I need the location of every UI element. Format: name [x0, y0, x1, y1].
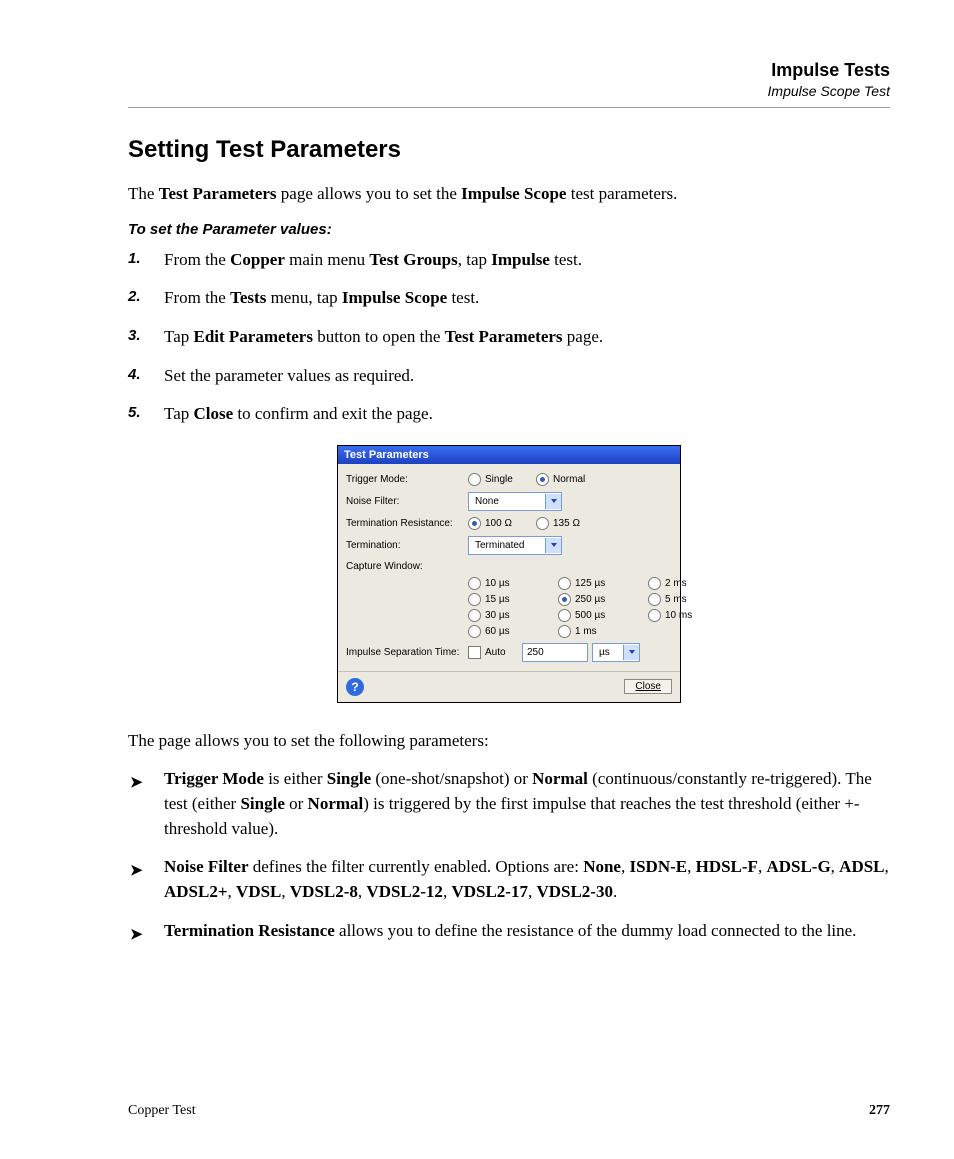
radio-icon [558, 593, 571, 606]
ist-unit-select[interactable]: µs [592, 643, 640, 662]
intro-paragraph: The Test Parameters page allows you to s… [128, 182, 890, 207]
trigger-single-option[interactable]: Single [468, 473, 516, 486]
page-footer: Copper Test 277 [128, 1103, 890, 1119]
arrow-icon: ➤ [130, 924, 143, 946]
impulse-separation-row: Impulse Separation Time: Auto 250 µs [338, 640, 680, 665]
termination-row: Termination: Terminated [338, 533, 680, 558]
radio-icon [468, 577, 481, 590]
capture-option[interactable]: 15 µs [468, 593, 540, 606]
section-heading: Setting Test Parameters [128, 136, 890, 164]
procedure-steps: 1.From the Copper main menu Test Groups,… [128, 248, 890, 427]
test-parameters-dialog: Test Parameters Trigger Mode: Single Nor… [337, 445, 681, 703]
capture-option[interactable]: 10 ms [648, 609, 720, 622]
chevron-down-icon [545, 538, 561, 553]
arrow-icon: ➤ [130, 860, 143, 882]
bullet-trigger-mode: ➤Trigger Mode is either Single (one-shot… [128, 767, 890, 841]
capture-option[interactable]: 500 µs [558, 609, 630, 622]
step-2: 2.From the Tests menu, tap Impulse Scope… [128, 286, 890, 311]
ist-auto-checkbox[interactable]: Auto [468, 646, 516, 659]
bullet-termination-resistance: ➤Termination Resistance allows you to de… [128, 919, 890, 944]
bullet-noise-filter: ➤Noise Filter defines the filter current… [128, 855, 890, 904]
dialog-body: Trigger Mode: Single Normal Noise Filter… [338, 464, 680, 702]
chevron-down-icon [623, 645, 639, 660]
radio-icon [536, 517, 549, 530]
header-title: Impulse Tests [771, 60, 890, 81]
impulse-separation-label: Impulse Separation Time: [346, 647, 468, 658]
radio-icon [648, 609, 661, 622]
capture-option[interactable]: 250 µs [558, 593, 630, 606]
noise-filter-select[interactable]: None [468, 492, 562, 511]
close-button[interactable]: Close [624, 679, 672, 694]
help-icon[interactable]: ? [346, 678, 364, 696]
capture-window-label: Capture Window: [346, 561, 468, 572]
radio-icon [468, 517, 481, 530]
capture-window-row: Capture Window: [338, 558, 680, 575]
step-5: 5.Tap Close to confirm and exit the page… [128, 402, 890, 427]
radio-icon [468, 593, 481, 606]
page-header: Impulse Tests Impulse Scope Test [128, 60, 890, 136]
radio-icon [558, 577, 571, 590]
step-4: 4.Set the parameter values as required. [128, 364, 890, 389]
trigger-mode-row: Trigger Mode: Single Normal [338, 470, 680, 489]
capture-option[interactable]: 60 µs [468, 625, 540, 638]
capture-option[interactable]: 10 µs [468, 577, 540, 590]
termination-resistance-label: Termination Resistance: [346, 518, 468, 529]
trigger-normal-option[interactable]: Normal [536, 473, 585, 486]
noise-filter-row: Noise Filter: None [338, 489, 680, 514]
radio-icon [558, 609, 571, 622]
radio-icon [648, 593, 661, 606]
radio-icon [468, 625, 481, 638]
screenshot-container: Test Parameters Trigger Mode: Single Nor… [128, 445, 890, 703]
page: Impulse Tests Impulse Scope Test Setting… [0, 0, 954, 1159]
termination-label: Termination: [346, 540, 468, 551]
radio-icon [648, 577, 661, 590]
chevron-down-icon [545, 494, 561, 509]
header-rule [128, 107, 890, 108]
dialog-buttonbar: ? Close [338, 672, 680, 702]
radio-icon [468, 473, 481, 486]
ist-value-input[interactable]: 250 [522, 643, 588, 662]
termination-select[interactable]: Terminated [468, 536, 562, 555]
trigger-mode-label: Trigger Mode: [346, 474, 468, 485]
capture-option[interactable]: 1 ms [558, 625, 630, 638]
termres-135-option[interactable]: 135 Ω [536, 517, 584, 530]
capture-option[interactable]: 5 ms [648, 593, 720, 606]
dialog-titlebar: Test Parameters [338, 446, 680, 464]
radio-icon [536, 473, 549, 486]
step-1: 1.From the Copper main menu Test Groups,… [128, 248, 890, 273]
header-subtitle: Impulse Scope Test [768, 83, 890, 99]
capture-window-options: 10 µs125 µs2 ms15 µs250 µs5 ms30 µs500 µ… [338, 575, 680, 640]
termres-100-option[interactable]: 100 Ω [468, 517, 516, 530]
termination-resistance-row: Termination Resistance: 100 Ω 135 Ω [338, 514, 680, 533]
capture-option[interactable]: 30 µs [468, 609, 540, 622]
parameter-bullets: ➤Trigger Mode is either Single (one-shot… [128, 767, 890, 943]
checkbox-icon [468, 646, 481, 659]
arrow-icon: ➤ [130, 772, 143, 794]
footer-left: Copper Test [128, 1103, 196, 1119]
page-number: 277 [869, 1103, 890, 1119]
post-screenshot-paragraph: The page allows you to set the following… [128, 729, 890, 754]
procedure-lead: To set the Parameter values: [128, 221, 890, 238]
step-3: 3.Tap Edit Parameters button to open the… [128, 325, 890, 350]
capture-option[interactable]: 125 µs [558, 577, 630, 590]
radio-icon [558, 625, 571, 638]
capture-option[interactable]: 2 ms [648, 577, 720, 590]
noise-filter-label: Noise Filter: [346, 496, 468, 507]
radio-icon [468, 609, 481, 622]
